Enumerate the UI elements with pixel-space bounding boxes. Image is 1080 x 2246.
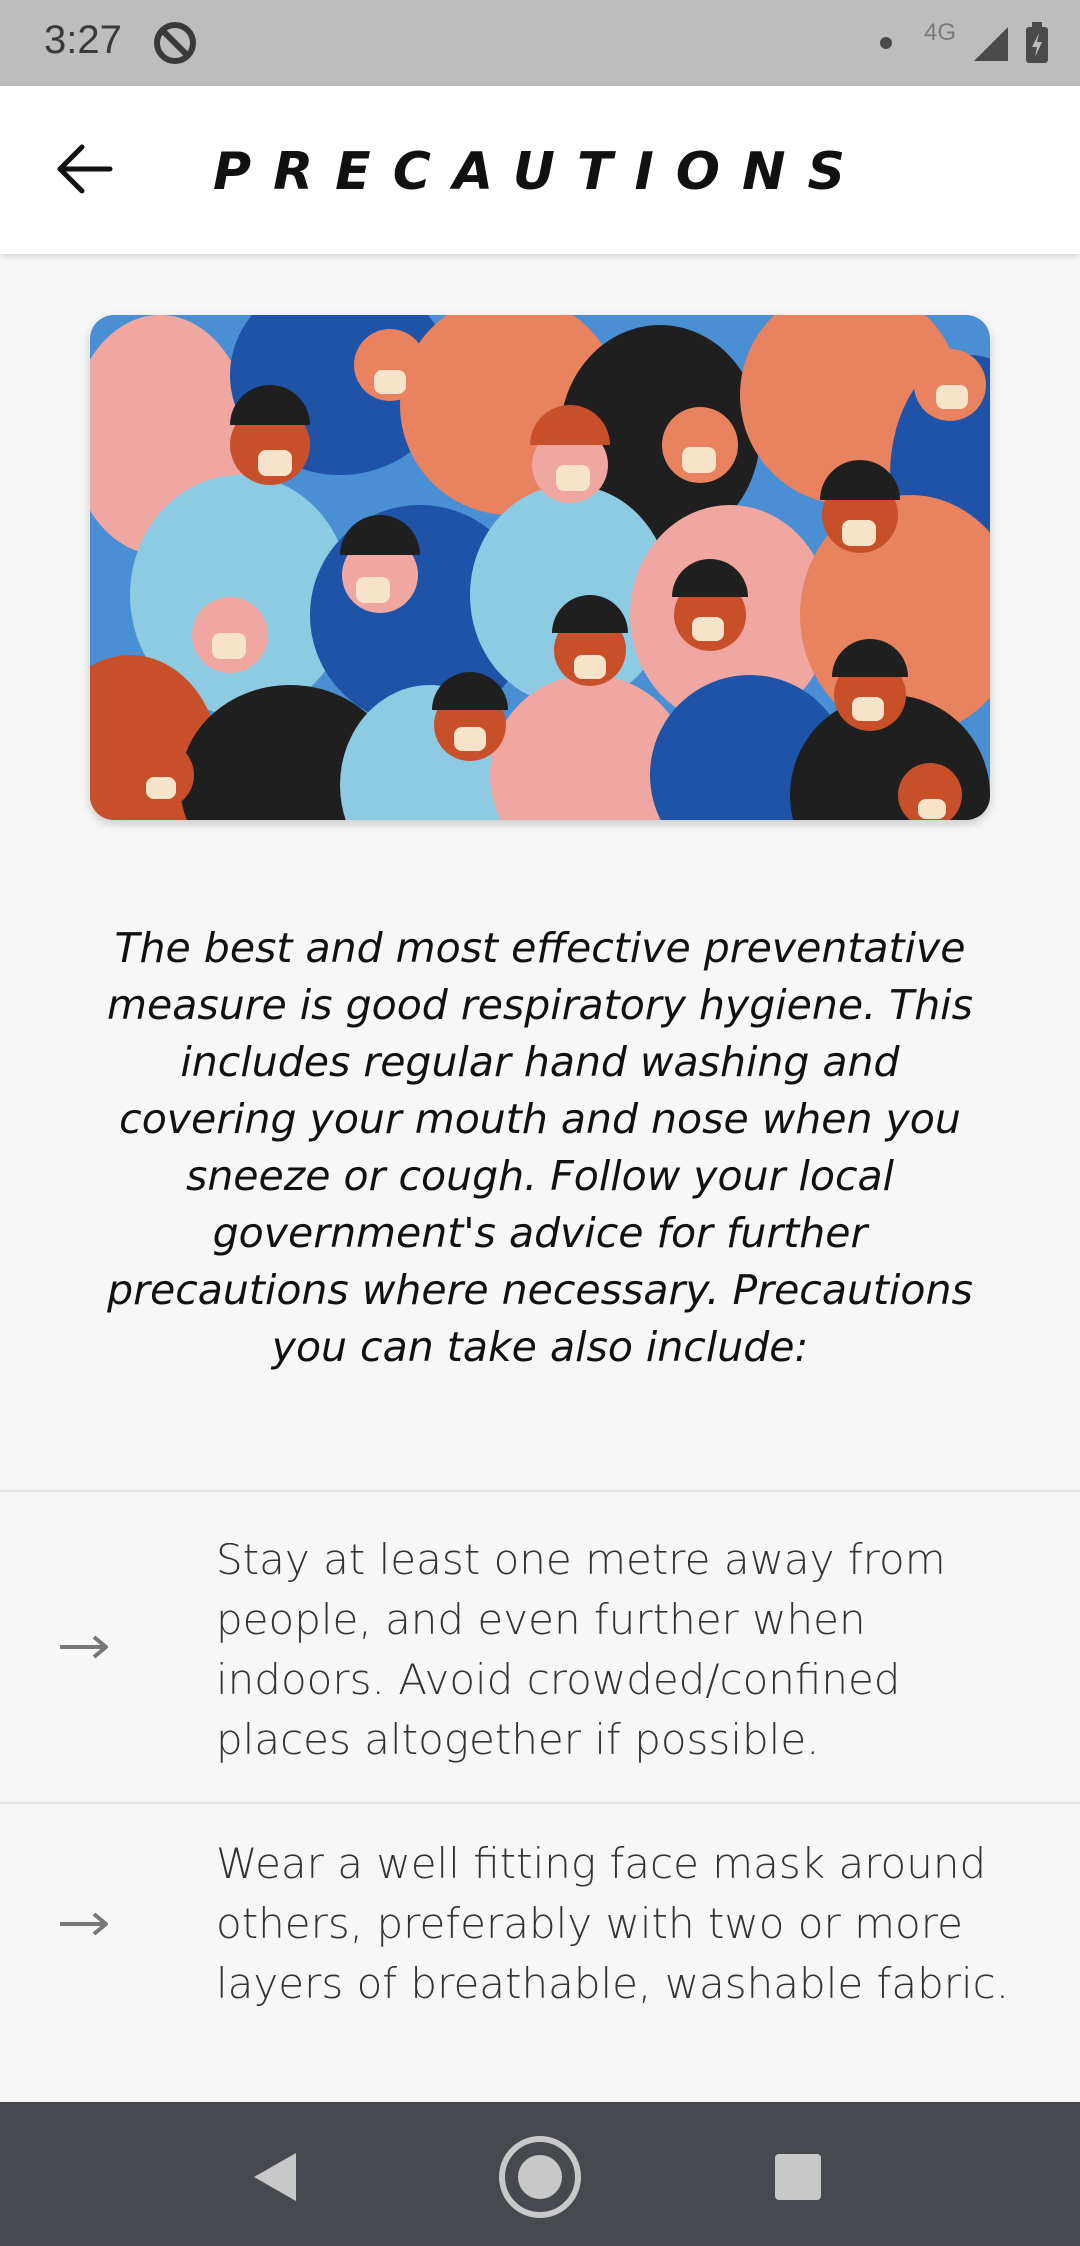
- page-title: PRECAUTIONS: [213, 142, 867, 202]
- back-triangle-icon: [254, 2153, 296, 2201]
- nav-home-button[interactable]: [495, 2132, 585, 2222]
- recents-square-icon: [775, 2154, 821, 2200]
- system-nav-bar: [0, 2102, 1080, 2246]
- status-icons: 4G: [879, 18, 1050, 68]
- app-bar: PRECAUTIONS: [0, 86, 1080, 254]
- network-type: 4G: [923, 19, 956, 46]
- nav-back-button[interactable]: [230, 2132, 320, 2222]
- list-item: Stay at least one metre away from people…: [0, 1490, 1080, 1802]
- signal-icon: [974, 27, 1008, 61]
- list-item-text: Stay at least one metre away from people…: [216, 1535, 946, 1764]
- nav-recents-button[interactable]: [753, 2132, 843, 2222]
- do-not-disturb-icon: [154, 22, 196, 64]
- home-circle-icon: [499, 2136, 581, 2218]
- list-item: Wear a well fitting face mask around oth…: [0, 1802, 1080, 2044]
- hero-illustration: [90, 315, 990, 820]
- precautions-list: Stay at least one metre away from people…: [0, 1490, 1080, 2044]
- status-bar: 3:27 4G: [0, 0, 1080, 86]
- arrow-right-icon: [60, 1912, 108, 1936]
- battery-charging-icon: [1026, 22, 1048, 63]
- crowd-masks-illustration: [90, 315, 990, 820]
- status-time: 3:27: [44, 18, 122, 62]
- list-item-text: Wear a well fitting face mask around oth…: [216, 1839, 1010, 2008]
- notification-dot-icon: [879, 37, 892, 49]
- intro-text: The best and most effective preventative…: [107, 924, 973, 1371]
- arrow-right-icon: [60, 1635, 108, 1659]
